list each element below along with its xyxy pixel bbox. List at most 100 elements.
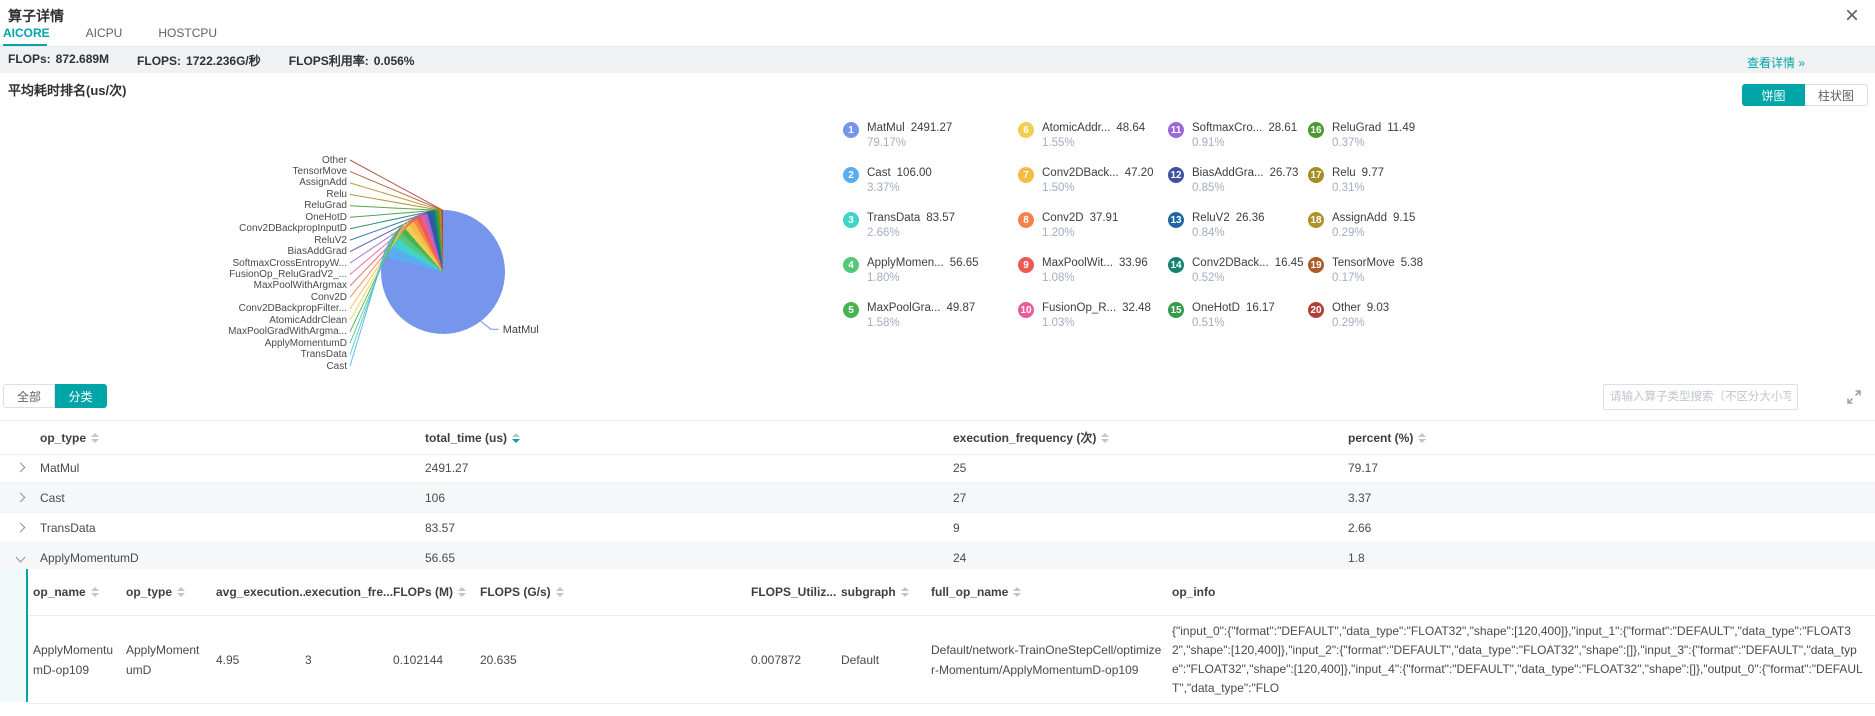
pie-labels: OtherTensorMoveAssignAddReluReluGradOneH… <box>0 95 700 395</box>
legend-op-name: ApplyMomen... <box>867 257 944 269</box>
sort-icon[interactable] <box>458 587 466 597</box>
column-header[interactable]: avg_execution... <box>216 582 305 602</box>
legend-item[interactable]: 6AtomicAddr...48.641.55% <box>1018 122 1168 167</box>
legend-item[interactable]: 15OneHotD16.170.51% <box>1168 302 1308 347</box>
sort-icon[interactable] <box>1013 587 1021 597</box>
column-header[interactable]: execution_fre... <box>305 582 393 602</box>
tab-aicpu[interactable]: AICPU <box>86 26 123 40</box>
legend-op-name: TransData <box>867 212 920 224</box>
sort-asc-caret <box>1418 433 1426 437</box>
expand-row-icon[interactable] <box>15 523 25 533</box>
legend-item[interactable]: 4ApplyMomen...56.651.80% <box>843 257 1018 302</box>
cell-percent: 79.17 <box>1348 461 1875 475</box>
tab-aicore[interactable]: AICORE <box>3 26 50 40</box>
flops-stats-items: FLOPs:872.689MFLOPS:1722.236G/秒FLOPS利用率:… <box>8 52 442 69</box>
legend-op-percent: 0.91% <box>1192 137 1297 149</box>
column-header[interactable]: percent (%) <box>1348 431 1875 445</box>
legend-op-percent: 2.66% <box>867 227 955 239</box>
legend-rank-badge: 7 <box>1018 167 1034 183</box>
legend-op-name: BiasAddGra... <box>1192 167 1264 179</box>
tab-hostcpu[interactable]: HOSTCPU <box>158 26 217 40</box>
legend-item[interactable]: 14Conv2DBack...16.450.52% <box>1168 257 1308 302</box>
column-header[interactable]: total_time (us) <box>425 431 953 445</box>
sort-icon[interactable] <box>177 587 185 597</box>
table-row[interactable]: MatMul2491.272579.17 <box>0 453 1875 483</box>
table-row[interactable]: TransData83.5792.66 <box>0 513 1875 543</box>
sort-icon[interactable] <box>1101 433 1109 443</box>
bar-chart-button[interactable]: 柱状图 <box>1805 84 1868 106</box>
column-header[interactable]: op_type <box>126 582 216 602</box>
sort-icon[interactable] <box>91 587 99 597</box>
legend-item[interactable]: 5MaxPoolGra...49.871.58% <box>843 302 1018 347</box>
legend-item[interactable]: 18AssignAdd9.150.29% <box>1308 212 1478 257</box>
pie-label: TransData <box>0 349 347 360</box>
table-row[interactable]: Cast106273.37 <box>0 483 1875 513</box>
column-header[interactable]: op_name <box>33 582 126 602</box>
sort-icon[interactable] <box>1418 433 1426 443</box>
sort-icon[interactable] <box>901 587 909 597</box>
legend-op-percent: 0.29% <box>1332 227 1415 239</box>
legend-item[interactable]: 9MaxPoolWit...33.961.08% <box>1018 257 1168 302</box>
legend-item[interactable]: 3TransData83.572.66% <box>843 212 1018 257</box>
column-header[interactable]: FLOPS_Utiliz... <box>751 582 841 602</box>
filter-all-button[interactable]: 全部 <box>3 384 55 408</box>
collapse-row-icon[interactable] <box>15 553 25 563</box>
close-icon[interactable]: × <box>1845 4 1859 28</box>
sort-icon[interactable] <box>91 433 99 443</box>
legend-op-value: 9.15 <box>1393 212 1415 224</box>
legend-rank-badge: 1 <box>843 122 859 138</box>
legend-item[interactable]: 12BiasAddGra...26.730.85% <box>1168 167 1308 212</box>
column-header[interactable]: full_op_name <box>931 582 1172 602</box>
legend-rank-badge: 18 <box>1308 212 1324 228</box>
legend-op-percent: 1.03% <box>1042 317 1151 329</box>
legend-item[interactable]: 1MatMul2491.2779.17% <box>843 122 1018 167</box>
legend-item[interactable]: 8Conv2D37.911.20% <box>1018 212 1168 257</box>
legend-item[interactable]: 17Relu9.770.31% <box>1308 167 1478 212</box>
pie-label: Conv2DBackpropFilter... <box>0 303 347 314</box>
legend-rank-badge: 3 <box>843 212 859 228</box>
legend-item[interactable]: 20Other9.030.29% <box>1308 302 1478 347</box>
op-type-search-input[interactable] <box>1603 384 1798 410</box>
legend-op-percent: 0.51% <box>1192 317 1275 329</box>
legend-item[interactable]: 13ReluV226.360.84% <box>1168 212 1308 257</box>
legend-op-value: 16.17 <box>1246 302 1275 314</box>
filter-category-button[interactable]: 分类 <box>55 384 107 408</box>
sort-asc-caret <box>458 587 466 591</box>
legend-op-value: 2491.27 <box>911 122 953 134</box>
sort-desc-caret <box>91 439 99 443</box>
pie-chart-button[interactable]: 饼图 <box>1742 84 1805 106</box>
stat-item: FLOPs:872.689M <box>8 52 109 69</box>
sort-asc-caret <box>556 587 564 591</box>
expand-row-icon[interactable] <box>15 463 25 473</box>
chart-legend: 1MatMul2491.2779.17%2Cast106.003.37%3 Tra… <box>843 122 1478 347</box>
pie-label: Cast <box>0 361 347 372</box>
column-header[interactable]: subgraph <box>841 582 931 602</box>
legend-item[interactable]: 19TensorMove5.380.17% <box>1308 257 1478 302</box>
legend-item[interactable]: 10FusionOp_R...32.481.03% <box>1018 302 1168 347</box>
legend-op-value: 28.61 <box>1268 122 1297 134</box>
cell-execution-frequency: 27 <box>953 491 1348 505</box>
column-header[interactable]: op_type <box>40 431 425 445</box>
legend-op-percent: 1.55% <box>1042 137 1145 149</box>
legend-item[interactable]: 2Cast106.003.37% <box>843 167 1018 212</box>
sort-icon[interactable] <box>556 587 564 597</box>
legend-item[interactable]: 11SoftmaxCro...28.610.91% <box>1168 122 1308 167</box>
stat-value: 0.056% <box>374 54 415 68</box>
legend-rank-badge: 12 <box>1168 167 1184 183</box>
table-header-row: op_typetotal_time (us)execution_frequenc… <box>0 420 1875 455</box>
sort-icon[interactable] <box>512 433 520 443</box>
legend-item[interactable]: 16ReluGrad11.490.37% <box>1308 122 1478 167</box>
legend-op-value: 5.38 <box>1401 257 1423 269</box>
expand-row-icon[interactable] <box>15 493 25 503</box>
legend-item[interactable]: 7Conv2DBack...47.201.50% <box>1018 167 1168 212</box>
legend-rank-badge: 19 <box>1308 257 1324 273</box>
legend-op-value: 26.36 <box>1236 212 1265 224</box>
cell-total-time: 83.57 <box>425 521 953 535</box>
expand-table-icon[interactable] <box>1846 389 1862 405</box>
pie-label: Other <box>0 155 347 166</box>
view-details-link[interactable]: 查看详情 » <box>1747 54 1805 71</box>
column-header[interactable]: FLOPS (G/s) <box>480 582 751 602</box>
column-header[interactable]: execution_frequency (次) <box>953 429 1348 446</box>
column-header[interactable]: FLOPs (M) <box>393 582 480 602</box>
column-header[interactable]: op_info <box>1172 582 1875 602</box>
